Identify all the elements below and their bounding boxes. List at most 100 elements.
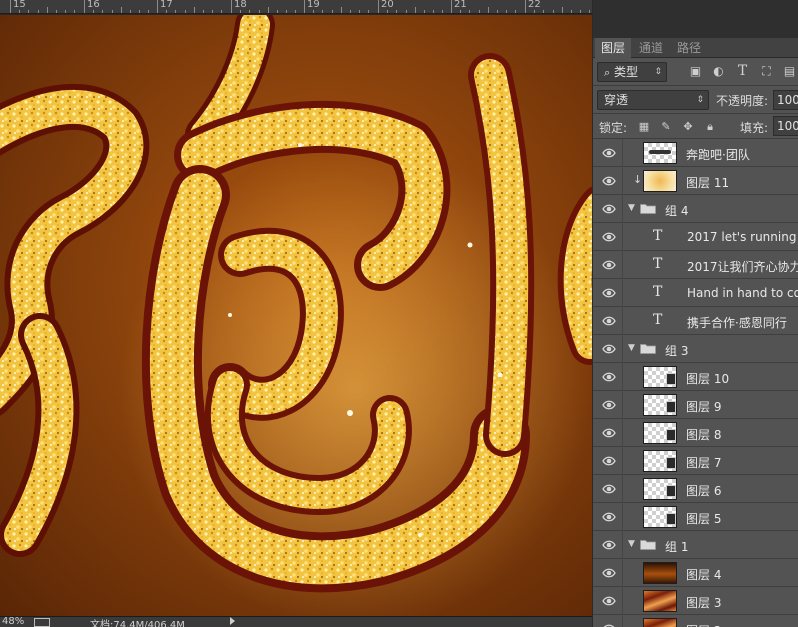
text-layer-row[interactable]: T Hand in hand to coope: [593, 279, 798, 307]
layer-group-row[interactable]: ▼ 组 1: [593, 531, 798, 559]
text-layer-row[interactable]: T 2017让我们齐心协力: [593, 251, 798, 279]
layer-group-row[interactable]: ▼ 组 4: [593, 195, 798, 223]
tab-channels[interactable]: 通道: [633, 38, 669, 58]
lock-transparent-pixels-icon[interactable]: ▦: [637, 120, 651, 134]
layer-name[interactable]: Hand in hand to coope: [687, 286, 798, 300]
layer-name[interactable]: 组 1: [665, 538, 688, 555]
fill-label: 填充:: [740, 121, 769, 135]
visibility-toggle[interactable]: [593, 307, 623, 335]
ruler-minor-tick: [277, 10, 278, 13]
eye-icon: [602, 315, 616, 327]
preview-icon[interactable]: [34, 618, 50, 627]
lock-image-pixels-brush-icon[interactable]: ✎: [659, 120, 673, 134]
layer-name[interactable]: 图层 2: [686, 622, 721, 627]
ruler-minor-tick: [534, 10, 535, 13]
ruler-label: 15: [13, 0, 26, 10]
visibility-toggle[interactable]: [593, 195, 623, 223]
fill-input[interactable]: 100%: [773, 116, 798, 136]
layer-row[interactable]: 图层 8: [593, 419, 798, 447]
shape-filter-icon[interactable]: ⛶: [759, 64, 774, 79]
visibility-toggle[interactable]: [593, 391, 623, 419]
ruler-label: 20: [381, 0, 394, 10]
adjustment-filter-icon[interactable]: ◐: [711, 64, 726, 79]
expand-triangle-icon[interactable]: ▼: [628, 539, 635, 549]
type-filter-icon[interactable]: T: [735, 64, 750, 79]
layer-thumbnail: [643, 506, 677, 528]
visibility-toggle[interactable]: [593, 279, 623, 307]
layer-name[interactable]: 图层 8: [686, 426, 721, 443]
expand-triangle-icon[interactable]: ▼: [628, 343, 635, 353]
visibility-toggle[interactable]: [593, 223, 623, 251]
text-layer-row[interactable]: T 2017 let's running toge: [593, 223, 798, 251]
ruler-major-tick: [231, 0, 232, 13]
blend-mode-dropdown[interactable]: 穿透 ⇕: [597, 90, 709, 110]
layer-row[interactable]: 奔跑吧·团队: [593, 139, 798, 167]
ruler-minor-tick: [295, 10, 296, 13]
layer-row[interactable]: 图层 3: [593, 587, 798, 615]
layer-name[interactable]: 图层 6: [686, 482, 721, 499]
status-menu-arrow-icon[interactable]: [230, 617, 235, 625]
visibility-toggle[interactable]: [593, 447, 623, 475]
visibility-toggle[interactable]: [593, 559, 623, 587]
visibility-toggle[interactable]: [593, 615, 623, 627]
layer-name[interactable]: 图层 11: [686, 174, 729, 191]
zoom-level[interactable]: 48%: [2, 617, 24, 627]
ruler-minor-tick: [368, 10, 369, 13]
layer-row[interactable]: 图层 6: [593, 475, 798, 503]
layer-row[interactable]: 图层 5: [593, 503, 798, 531]
opacity-input[interactable]: 100%: [773, 90, 798, 110]
layer-name[interactable]: 2017 let's running toge: [687, 230, 798, 244]
visibility-toggle[interactable]: [593, 167, 623, 195]
layer-name[interactable]: 图层 7: [686, 454, 721, 471]
filter-kind-dropdown[interactable]: ⌕ 类型 ⇕: [597, 62, 667, 82]
visibility-toggle[interactable]: [593, 475, 623, 503]
visibility-toggle[interactable]: [593, 419, 623, 447]
layer-group-row[interactable]: ▼ 组 3: [593, 335, 798, 363]
layer-name[interactable]: 携手合作·感恩同行: [687, 314, 787, 331]
visibility-toggle[interactable]: [593, 587, 623, 615]
layer-row[interactable]: 图层 7: [593, 447, 798, 475]
ruler-minor-tick: [341, 7, 342, 13]
tab-layers[interactable]: 图层: [595, 38, 632, 58]
document-canvas[interactable]: [0, 15, 592, 616]
layer-row[interactable]: 图层 4: [593, 559, 798, 587]
ruler-minor-tick: [424, 10, 425, 13]
layer-row[interactable]: 图层 9: [593, 391, 798, 419]
layer-row[interactable]: 图层 2: [593, 615, 798, 627]
ruler-minor-tick: [571, 10, 572, 13]
horizontal-ruler[interactable]: 1516171819202122232425: [0, 0, 592, 14]
layer-name[interactable]: 组 4: [665, 202, 688, 219]
layer-name[interactable]: 图层 10: [686, 370, 729, 387]
layer-name[interactable]: 组 3: [665, 342, 688, 359]
lock-position-move-icon[interactable]: ✥: [681, 120, 695, 134]
layer-name[interactable]: 图层 4: [686, 566, 721, 583]
visibility-toggle[interactable]: [593, 139, 623, 167]
layer-name[interactable]: 图层 5: [686, 510, 721, 527]
ruler-minor-tick: [406, 10, 407, 13]
visibility-toggle[interactable]: [593, 503, 623, 531]
visibility-toggle[interactable]: [593, 335, 623, 363]
layer-row[interactable]: ↓ 图层 11: [593, 167, 798, 195]
expand-triangle-icon[interactable]: ▼: [628, 203, 635, 213]
visibility-toggle[interactable]: [593, 363, 623, 391]
ruler-minor-tick: [112, 10, 113, 13]
smart-object-badge-icon: [666, 373, 676, 385]
document-size: 文档:74.4M/406.4M: [90, 620, 185, 627]
layer-name[interactable]: 图层 3: [686, 594, 721, 611]
smart-object-filter-icon[interactable]: ▤: [782, 64, 797, 79]
ruler-minor-tick: [249, 10, 250, 13]
lock-all-padlock-icon[interactable]: 🔒︎: [703, 120, 717, 134]
eye-icon: [602, 511, 616, 523]
layer-row[interactable]: 图层 10: [593, 363, 798, 391]
layer-thumbnail: [643, 170, 677, 192]
tab-paths[interactable]: 路径: [671, 38, 707, 58]
visibility-toggle[interactable]: [593, 531, 623, 559]
text-layer-row[interactable]: T 携手合作·感恩同行: [593, 307, 798, 335]
image-filter-icon[interactable]: ▣: [688, 64, 703, 79]
visibility-toggle[interactable]: [593, 251, 623, 279]
ruler-minor-tick: [65, 10, 66, 13]
layer-name[interactable]: 图层 9: [686, 398, 721, 415]
layer-name[interactable]: 2017让我们齐心协力: [687, 258, 798, 275]
layer-name[interactable]: 奔跑吧·团队: [686, 146, 750, 163]
eye-icon: [602, 343, 616, 355]
